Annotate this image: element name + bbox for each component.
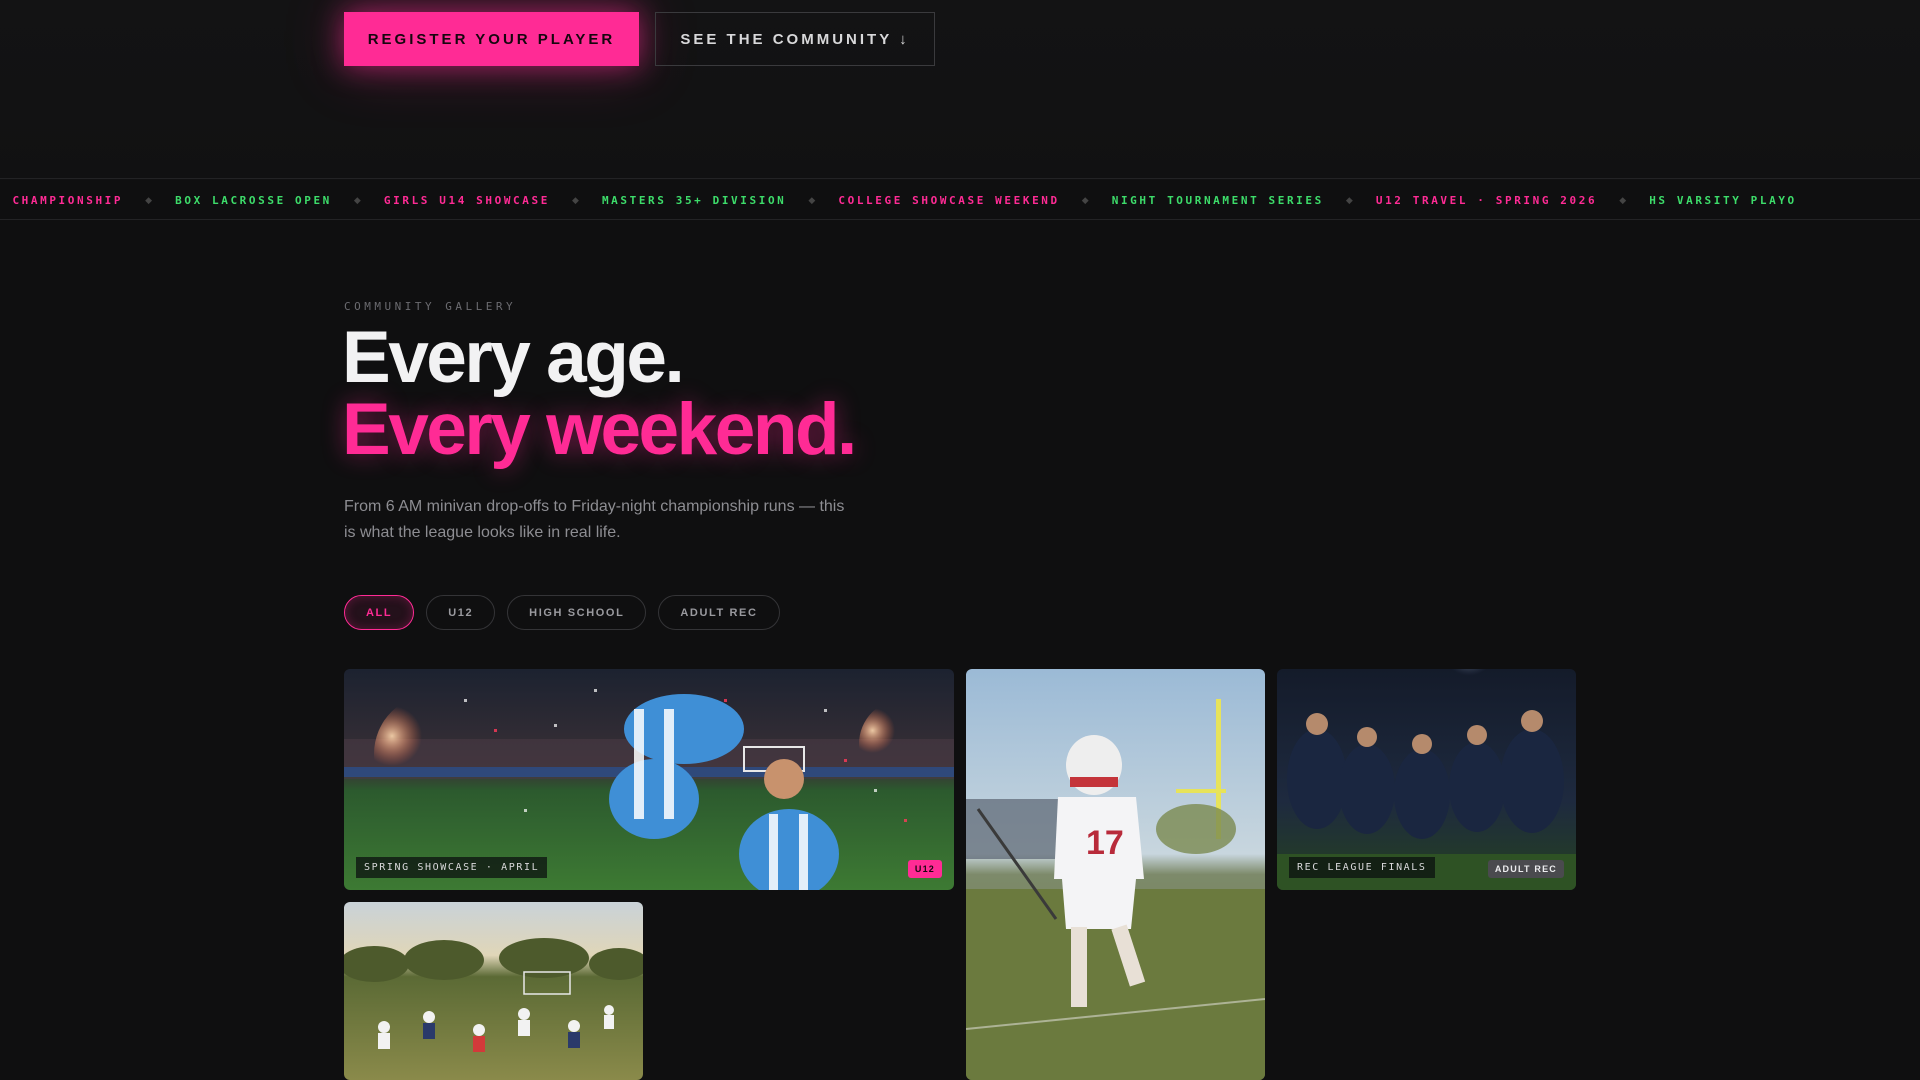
- card-tag-u12: U12: [907, 860, 942, 878]
- filter-high-school[interactable]: HIGH SCHOOL: [507, 595, 647, 630]
- headline-line-2: Every weekend.: [342, 389, 857, 470]
- card-caption: REC LEAGUE FINALS: [1289, 857, 1435, 878]
- events-ticker: C CHAMPIONSHIP ◆ BOX LACROSSE OPEN ◆ GIR…: [0, 178, 1920, 220]
- svg-text:17: 17: [1086, 824, 1124, 862]
- ticker-item: BOX LACROSSE OPEN: [175, 193, 332, 207]
- filter-all[interactable]: ALL: [344, 595, 415, 630]
- ticker-separator: ◆: [1619, 195, 1627, 205]
- card-tag-adult-rec: ADULT REC: [1487, 860, 1564, 878]
- card-caption: SPRING SHOWCASE · APRIL: [356, 857, 548, 878]
- ticker-separator: ◆: [353, 195, 361, 205]
- hero-section: [0, 0, 1920, 180]
- ticker-separator: ◆: [571, 195, 579, 205]
- ticker-item: COLLEGE SHOWCASE WEEKEND: [838, 193, 1060, 207]
- gallery-card-spring-showcase[interactable]: SPRING SHOWCASE · APRIL U12: [344, 669, 954, 890]
- ticker-separator: ◆: [1345, 195, 1353, 205]
- ticker-accent-line: [400, 219, 1550, 220]
- gallery-filters: ALL U12 HIGH SCHOOL ADULT REC: [344, 595, 780, 630]
- ticker-separator: ◆: [145, 195, 153, 205]
- ticker-item: C CHAMPIONSHIP: [0, 193, 124, 207]
- ticker-item: MASTERS 35+ DIVISION: [601, 193, 787, 207]
- register-player-button[interactable]: REGISTER YOUR PLAYER: [344, 12, 639, 66]
- section-headline: Every age. Every weekend.: [342, 317, 857, 470]
- ticker-separator: ◆: [808, 195, 816, 205]
- ticker-item: HS VARSITY PLAYO: [1649, 193, 1797, 207]
- gallery-card-youth-field[interactable]: [344, 902, 643, 1080]
- ticker-item: GIRLS U14 SHOWCASE: [383, 193, 550, 207]
- filter-adult-rec[interactable]: ADULT REC: [658, 595, 780, 630]
- gallery-card-lacrosse-player[interactable]: 17: [966, 669, 1265, 1080]
- gallery-card-rec-league-finals[interactable]: REC LEAGUE FINALS ADULT REC: [1277, 669, 1576, 890]
- headline-line-1: Every age.: [342, 317, 685, 398]
- ticker-track: C CHAMPIONSHIP ◆ BOX LACROSSE OPEN ◆ GIR…: [0, 179, 1797, 219]
- lacrosse-player-photo: 17: [966, 669, 1265, 1080]
- filter-u12[interactable]: U12: [426, 595, 496, 630]
- ticker-separator: ◆: [1081, 195, 1089, 205]
- section-eyebrow: COMMUNITY GALLERY: [344, 300, 517, 313]
- youth-lacrosse-photo: [344, 902, 643, 1080]
- section-lede: From 6 AM minivan drop-offs to Friday-ni…: [344, 498, 845, 541]
- ticker-item: U12 TRAVEL · SPRING 2026: [1375, 193, 1598, 207]
- see-community-button[interactable]: SEE THE COMMUNITY ↓: [655, 12, 935, 66]
- hero-cta-row: REGISTER YOUR PLAYER SEE THE COMMUNITY ↓: [344, 12, 935, 66]
- ticker-item: NIGHT TOURNAMENT SERIES: [1111, 193, 1324, 207]
